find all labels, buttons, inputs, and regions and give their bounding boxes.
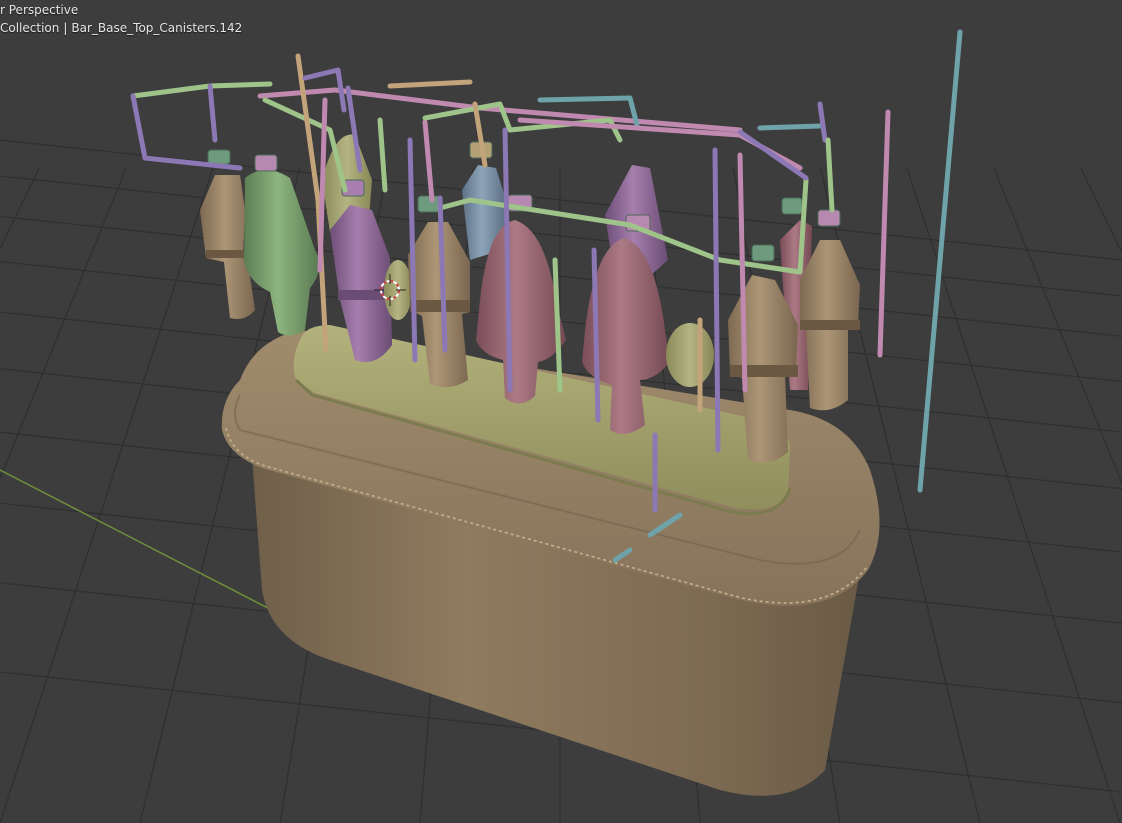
grid-line — [1080, 167, 1122, 255]
teal-rod[interactable] — [917, 29, 963, 493]
grid-line — [0, 215, 1122, 337]
active-object-name: Bar_Base_Top_Canisters.142 — [71, 21, 243, 35]
3d-viewport[interactable]: r Perspective Collection | Bar_Base_Top_Ca… — [0, 0, 1122, 823]
grid-line — [0, 167, 40, 251]
scene-canvas[interactable] — [0, 0, 1122, 823]
grid-line — [0, 168, 127, 480]
active-object-info: Collection | Bar_Base_Top_Canisters.142 — [0, 21, 242, 35]
canister-tan-right-2[interactable] — [800, 240, 860, 411]
canister-green-left[interactable] — [244, 170, 320, 336]
grid-line — [0, 168, 214, 823]
collection-name: Collection — [0, 21, 60, 35]
grid-line — [0, 175, 1122, 297]
path-separator: | — [63, 21, 68, 35]
view-mode-label: r Perspective — [0, 3, 79, 17]
canister-olive-mid[interactable] — [666, 323, 714, 387]
